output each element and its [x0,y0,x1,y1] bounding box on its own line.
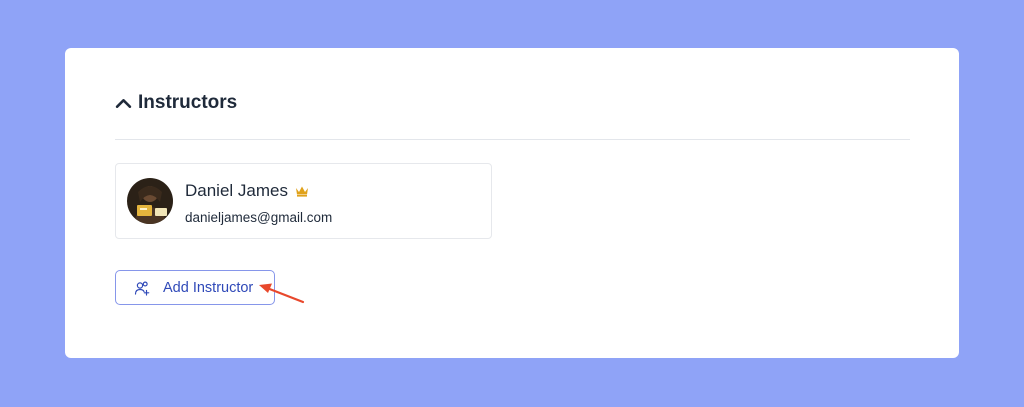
add-instructor-button[interactable]: Add Instructor [115,270,275,305]
add-instructor-label: Add Instructor [163,279,254,296]
add-user-icon [134,280,150,296]
instructor-name: Daniel James [185,181,288,200]
red-arrow-icon [257,280,307,306]
chevron-up-icon[interactable] [115,95,132,112]
instructors-card: Instructors Daniel James danieljames@gma… [65,48,959,358]
instructor-name-row: Daniel James [185,181,309,201]
section-divider [115,139,910,140]
crown-icon [295,185,309,197]
instructors-section-toggle[interactable]: Instructors [115,92,237,114]
instructor-email: danieljames@gmail.com [185,210,333,225]
section-title: Instructors [138,92,238,113]
instructor-item: Daniel James danieljames@gmail.com [115,163,492,239]
avatar [127,178,173,224]
